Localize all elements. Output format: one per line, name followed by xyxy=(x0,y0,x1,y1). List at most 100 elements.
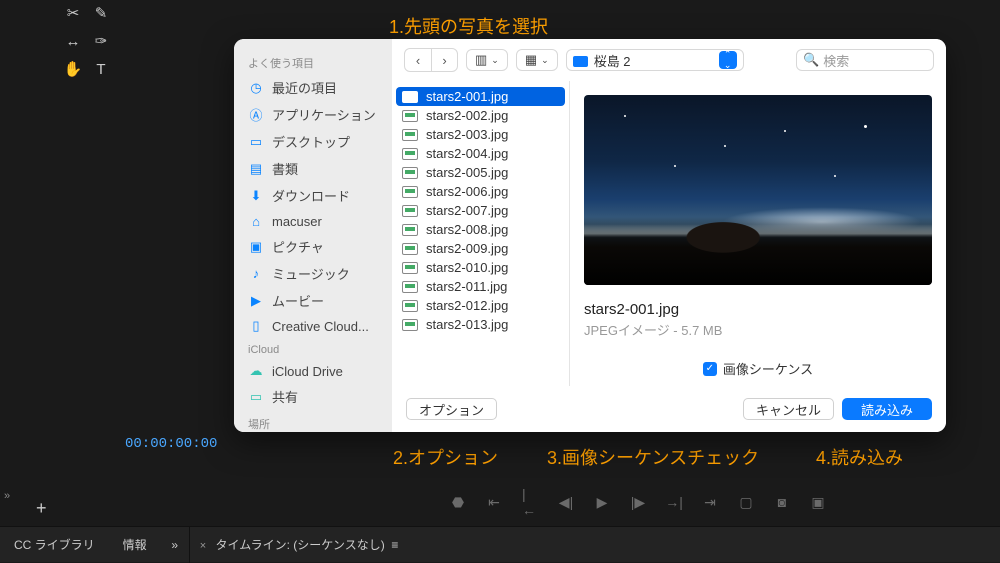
file-name: stars2-006.jpg xyxy=(426,184,508,199)
file-row[interactable]: stars2-012.jpg xyxy=(396,296,565,315)
sidebar-item-downloads[interactable]: ⬇ダウンロード xyxy=(234,182,392,209)
file-row[interactable]: stars2-010.jpg xyxy=(396,258,565,277)
timecode-display[interactable]: 00:00:00:00 xyxy=(125,436,217,452)
home-icon: ⌂ xyxy=(248,213,264,229)
insert-icon[interactable]: ⇤ xyxy=(486,494,502,510)
view-columns-button[interactable]: ▥⌄ xyxy=(466,49,508,71)
image-file-icon xyxy=(402,148,418,160)
options-button[interactable]: オプション xyxy=(406,398,497,420)
sidebar-item-music[interactable]: ♪ミュージック xyxy=(234,260,392,287)
file-name: stars2-011.jpg xyxy=(426,279,507,294)
file-row[interactable]: stars2-005.jpg xyxy=(396,163,565,182)
sidebar-item-icloud-drive[interactable]: ☁iCloud Drive xyxy=(234,359,392,383)
step-back-icon[interactable]: ◀| xyxy=(558,494,574,510)
file-row[interactable]: stars2-011.jpg xyxy=(396,277,565,296)
import-button[interactable]: 読み込み xyxy=(842,398,932,420)
add-marker-icon[interactable]: + xyxy=(36,498,47,519)
downloads-icon: ⬇ xyxy=(248,188,264,204)
play-icon[interactable]: ▶ xyxy=(594,494,610,510)
search-field[interactable]: 🔍 検索 xyxy=(796,49,934,71)
file-list[interactable]: stars2-001.jpg stars2-002.jpg stars2-003.j… xyxy=(392,81,570,386)
file-name: stars2-009.jpg xyxy=(426,241,508,256)
updown-chevron-icon: ⌃⌄ xyxy=(719,51,737,69)
file-name: stars2-001.jpg xyxy=(426,89,508,104)
camera-icon[interactable]: ◙ xyxy=(774,494,790,510)
file-name: stars2-003.jpg xyxy=(426,127,508,142)
transport-controls: ⬣ ⇤ |← ◀| ▶ |▶ →| ⇥ ▢ ◙ ▣ xyxy=(450,494,826,510)
sidebar-item-home[interactable]: ⌂macuser xyxy=(234,209,392,233)
chevron-down-icon: ⌄ xyxy=(541,55,549,66)
hand-tool-icon[interactable]: ✋ xyxy=(60,56,86,82)
image-sequence-option[interactable]: ✓ 画像シーケンス xyxy=(584,359,932,378)
timeline-tab[interactable]: × タイムライン: (シーケンスなし) ≡ xyxy=(190,536,399,553)
file-row[interactable]: stars2-013.jpg xyxy=(396,315,565,334)
documents-icon: ▤ xyxy=(248,161,264,177)
desktop-icon: ▭ xyxy=(248,134,264,150)
expand-chevrons-icon[interactable]: » xyxy=(4,490,10,502)
dialog-footer: オプション キャンセル 読み込み xyxy=(392,386,946,432)
file-name: stars2-004.jpg xyxy=(426,146,508,161)
search-icon: 🔍 xyxy=(803,52,819,68)
image-file-icon xyxy=(402,224,418,236)
columns-icon: ▥ xyxy=(475,52,487,68)
pen-tool-icon[interactable]: ✎ xyxy=(88,0,114,26)
shared-folder-icon: ▭ xyxy=(248,389,264,405)
preview-metadata: JPEGイメージ - 5.7 MB xyxy=(584,320,932,339)
razor-tool-icon[interactable]: ✂ xyxy=(60,0,86,26)
sidebar-item-applications[interactable]: Ⓐアプリケーション xyxy=(234,101,392,128)
image-file-icon xyxy=(402,319,418,331)
annotation-1: 1.先頭の写真を選択 xyxy=(389,13,548,39)
file-row[interactable]: stars2-004.jpg xyxy=(396,144,565,163)
path-dropdown[interactable]: 桜島 2 ⌃⌄ xyxy=(566,49,744,71)
file-row[interactable]: stars2-002.jpg xyxy=(396,106,565,125)
file-row[interactable]: stars2-007.jpg xyxy=(396,201,565,220)
image-file-icon xyxy=(402,91,418,103)
sidebar-group-favorites: よく使う項目 xyxy=(234,49,392,74)
file-name: stars2-012.jpg xyxy=(426,298,508,313)
sidebar-item-pictures[interactable]: ▣ピクチャ xyxy=(234,233,392,260)
goto-in-icon[interactable]: |← xyxy=(522,494,538,510)
sidebar-item-desktop[interactable]: ▭デスクトップ xyxy=(234,128,392,155)
sidebar-item-documents[interactable]: ▤書類 xyxy=(234,155,392,182)
sidebar-group-icloud: iCloud xyxy=(234,338,392,359)
nav-buttons: ‹ › xyxy=(404,48,458,72)
image-file-icon xyxy=(402,262,418,274)
file-name: stars2-007.jpg xyxy=(426,203,508,218)
overwrite-icon[interactable]: ⇥ xyxy=(702,494,718,510)
forward-button[interactable]: › xyxy=(431,49,457,71)
width-tool-icon[interactable]: ↔ xyxy=(60,28,86,54)
back-button[interactable]: ‹ xyxy=(405,49,431,71)
type-tool-icon[interactable]: T xyxy=(88,56,114,82)
sidebar-group-locations: 場所 xyxy=(234,410,392,432)
cancel-button[interactable]: キャンセル xyxy=(743,398,834,420)
panel-menu-icon[interactable]: » xyxy=(161,538,189,552)
bottom-panel: CC ライブラリ 情報 » × タイムライン: (シーケンスなし) ≡ xyxy=(0,526,1000,562)
marker-in-icon[interactable]: ⬣ xyxy=(450,494,466,510)
grid-icon: ▦ xyxy=(525,52,537,68)
multicam-icon[interactable]: ▣ xyxy=(810,494,826,510)
checkbox-checked-icon[interactable]: ✓ xyxy=(703,362,717,376)
image-file-icon xyxy=(402,110,418,122)
file-row[interactable]: stars2-009.jpg xyxy=(396,239,565,258)
tab-info[interactable]: 情報 xyxy=(109,527,161,562)
view-group-button[interactable]: ▦⌄ xyxy=(516,49,558,71)
image-file-icon xyxy=(402,243,418,255)
dialog-sidebar: よく使う項目 ◷最近の項目 Ⓐアプリケーション ▭デスクトップ ▤書類 ⬇ダウン… xyxy=(234,39,392,432)
sidebar-item-recents[interactable]: ◷最近の項目 xyxy=(234,74,392,101)
sidebar-item-movies[interactable]: ▶ムービー xyxy=(234,287,392,314)
image-file-icon xyxy=(402,129,418,141)
tab-cc-libraries[interactable]: CC ライブラリ xyxy=(0,527,109,562)
file-row[interactable]: stars2-001.jpg xyxy=(396,87,565,106)
goto-out-icon[interactable]: →| xyxy=(666,494,682,510)
step-fwd-icon[interactable]: |▶ xyxy=(630,494,646,510)
file-row[interactable]: stars2-006.jpg xyxy=(396,182,565,201)
timeline-title: タイムライン: (シーケンスなし) xyxy=(215,538,384,552)
eyedropper-tool-icon[interactable]: ✑ xyxy=(88,28,114,54)
export-frame-icon[interactable]: ▢ xyxy=(738,494,754,510)
file-row[interactable]: stars2-003.jpg xyxy=(396,125,565,144)
sidebar-item-creative-cloud[interactable]: ▯Creative Cloud... xyxy=(234,314,392,338)
sidebar-item-shared[interactable]: ▭共有 xyxy=(234,383,392,410)
movies-icon: ▶ xyxy=(248,293,264,309)
file-row[interactable]: stars2-008.jpg xyxy=(396,220,565,239)
close-icon[interactable]: × xyxy=(200,540,206,552)
